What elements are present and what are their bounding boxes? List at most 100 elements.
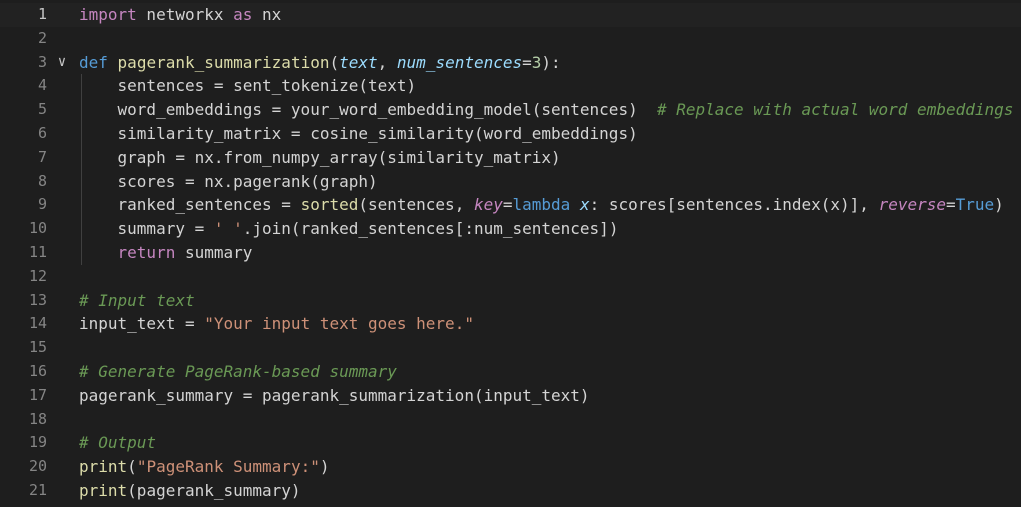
line-number: 4 xyxy=(37,76,47,95)
code-token: return xyxy=(117,243,176,262)
code-token: 3 xyxy=(531,52,542,72)
code-line[interactable]: 15 xyxy=(0,336,1021,360)
code-token: reverse xyxy=(878,195,946,215)
code-token: sentences = sent_tokenize(text) xyxy=(79,76,417,96)
line-number: 1 xyxy=(37,5,47,23)
line-number: 21 xyxy=(28,481,47,499)
code-text: def pagerank_summarization(text, num_sen… xyxy=(79,51,561,75)
code-text: # Generate PageRank-based summary xyxy=(79,360,397,384)
code-text: ranked_sentences = sorted(sentences, key… xyxy=(79,193,1004,217)
code-line[interactable]: 9 ranked_sentences = sorted(sentences, k… xyxy=(0,193,1021,217)
code-text: print(pagerank_summary) xyxy=(79,479,301,503)
code-line[interactable]: 6 similarity_matrix = cosine_similarity(… xyxy=(0,122,1021,146)
code-token: ranked_sentences = xyxy=(79,195,301,215)
code-line[interactable]: 21 print(pagerank_summary) xyxy=(0,479,1021,503)
code-token: , xyxy=(377,52,397,72)
code-token: similarity_matrix = cosine_similarity(wo… xyxy=(79,124,638,143)
code-line[interactable]: 19 # Output xyxy=(0,431,1021,455)
code-text: print("PageRank Summary:") xyxy=(79,455,329,479)
code-line[interactable]: 12 xyxy=(0,265,1021,289)
code-token: = xyxy=(946,195,956,215)
code-token: # Input text xyxy=(79,290,195,310)
line-number: 10 xyxy=(28,219,47,238)
code-token: (sentences, xyxy=(358,195,474,215)
code-line[interactable]: 18 xyxy=(0,408,1021,432)
code-token: text xyxy=(339,52,378,72)
code-line[interactable]: 11 return summary xyxy=(0,241,1021,265)
code-token: ( xyxy=(329,52,340,72)
code-token: input_text = xyxy=(79,314,205,334)
code-line[interactable]: 7 graph = nx.from_numpy_array(similarity… xyxy=(0,146,1021,170)
code-token: : scores[sentences.index(x)], xyxy=(589,195,879,215)
code-text: word_embeddings = your_word_embedding_mo… xyxy=(79,98,1014,122)
code-token: = xyxy=(502,195,513,215)
code-line[interactable]: 20 print("PageRank Summary:") xyxy=(0,455,1021,479)
indent-guide xyxy=(81,74,82,265)
code-text: import networkx as nx xyxy=(79,3,281,27)
code-text: pagerank_summary = pagerank_summarizatio… xyxy=(79,384,590,408)
code-token: pagerank_summarization xyxy=(117,52,330,72)
code-token: .join(ranked_sentences[:num_sentences]) xyxy=(242,219,619,239)
line-number: 2 xyxy=(37,28,47,47)
fold-chevron-icon[interactable]: ∨ xyxy=(54,51,70,75)
code-token: print xyxy=(79,481,128,500)
line-number: 9 xyxy=(37,195,47,214)
code-text: input_text = "Your input text goes here.… xyxy=(79,312,474,336)
code-token: ): xyxy=(541,52,561,72)
code-line[interactable]: 2 xyxy=(0,27,1021,51)
code-token: nx xyxy=(252,5,282,24)
code-line[interactable]: 10 summary = ' '.join(ranked_sentences[:… xyxy=(0,217,1021,241)
code-text: sentences = sent_tokenize(text) xyxy=(79,74,417,98)
code-token: x xyxy=(579,195,590,215)
code-token: "PageRank Summary:" xyxy=(136,457,320,477)
code-token: # Generate PageRank-based summary xyxy=(79,362,397,381)
code-token: scores = nx.pagerank(graph) xyxy=(79,171,378,191)
line-number: 14 xyxy=(28,314,47,333)
code-line[interactable]: 17 pagerank_summary = pagerank_summarizat… xyxy=(0,384,1021,408)
code-token: num_sentences xyxy=(396,52,523,72)
code-token: summary xyxy=(175,243,253,262)
code-token: summary = xyxy=(79,219,214,239)
line-number: 16 xyxy=(28,362,47,380)
line-number: 6 xyxy=(37,124,47,142)
line-number: 20 xyxy=(28,457,47,476)
line-number: 12 xyxy=(28,266,47,285)
code-text: # Output xyxy=(79,431,156,455)
code-token: ) xyxy=(319,457,330,477)
code-token: key xyxy=(473,195,503,215)
code-token: ) xyxy=(994,195,1004,215)
code-token: = xyxy=(522,52,532,72)
code-text: # Input text xyxy=(79,289,195,313)
code-editor[interactable]: 1 import networkx as nx 2 3 ∨ def pagerank_su… xyxy=(0,0,1021,507)
code-token: as xyxy=(233,5,253,24)
code-text: graph = nx.from_numpy_array(similarity_m… xyxy=(79,146,561,170)
code-text: scores = nx.pagerank(graph) xyxy=(79,170,378,194)
code-token: ( xyxy=(127,457,137,477)
code-token: import xyxy=(79,5,137,24)
code-text: similarity_matrix = cosine_similarity(wo… xyxy=(79,122,638,146)
line-number: 7 xyxy=(37,147,47,166)
code-line[interactable]: 14 input_text = "Your input text goes her… xyxy=(0,312,1021,336)
code-line[interactable]: 13 # Input text xyxy=(0,289,1021,313)
code-line[interactable]: 16 # Generate PageRank-based summary xyxy=(0,360,1021,384)
code-line[interactable]: 5 word_embeddings = your_word_embedding_… xyxy=(0,98,1021,122)
code-line[interactable]: 3 ∨ def pagerank_summarization(text, num_s… xyxy=(0,51,1021,75)
code-line[interactable]: 4 sentences = sent_tokenize(text) xyxy=(0,74,1021,98)
code-token: def xyxy=(79,52,108,72)
code-token: print xyxy=(79,457,128,477)
code-line[interactable]: 8 scores = nx.pagerank(graph) xyxy=(0,170,1021,194)
code-token: True xyxy=(955,195,995,215)
line-number: 18 xyxy=(28,409,47,428)
code-token: lambda xyxy=(512,195,571,215)
code-token: networkx xyxy=(136,5,234,24)
code-token: # Output xyxy=(79,433,157,453)
line-number: 5 xyxy=(37,100,47,119)
code-token: word_embeddings = your_word_embedding_mo… xyxy=(79,100,657,120)
code-line[interactable]: 1 import networkx as nx xyxy=(0,3,1021,27)
line-number: 13 xyxy=(28,290,47,309)
code-token: graph = nx.from_numpy_array(similarity_m… xyxy=(79,147,561,167)
code-token: sorted xyxy=(300,195,359,215)
